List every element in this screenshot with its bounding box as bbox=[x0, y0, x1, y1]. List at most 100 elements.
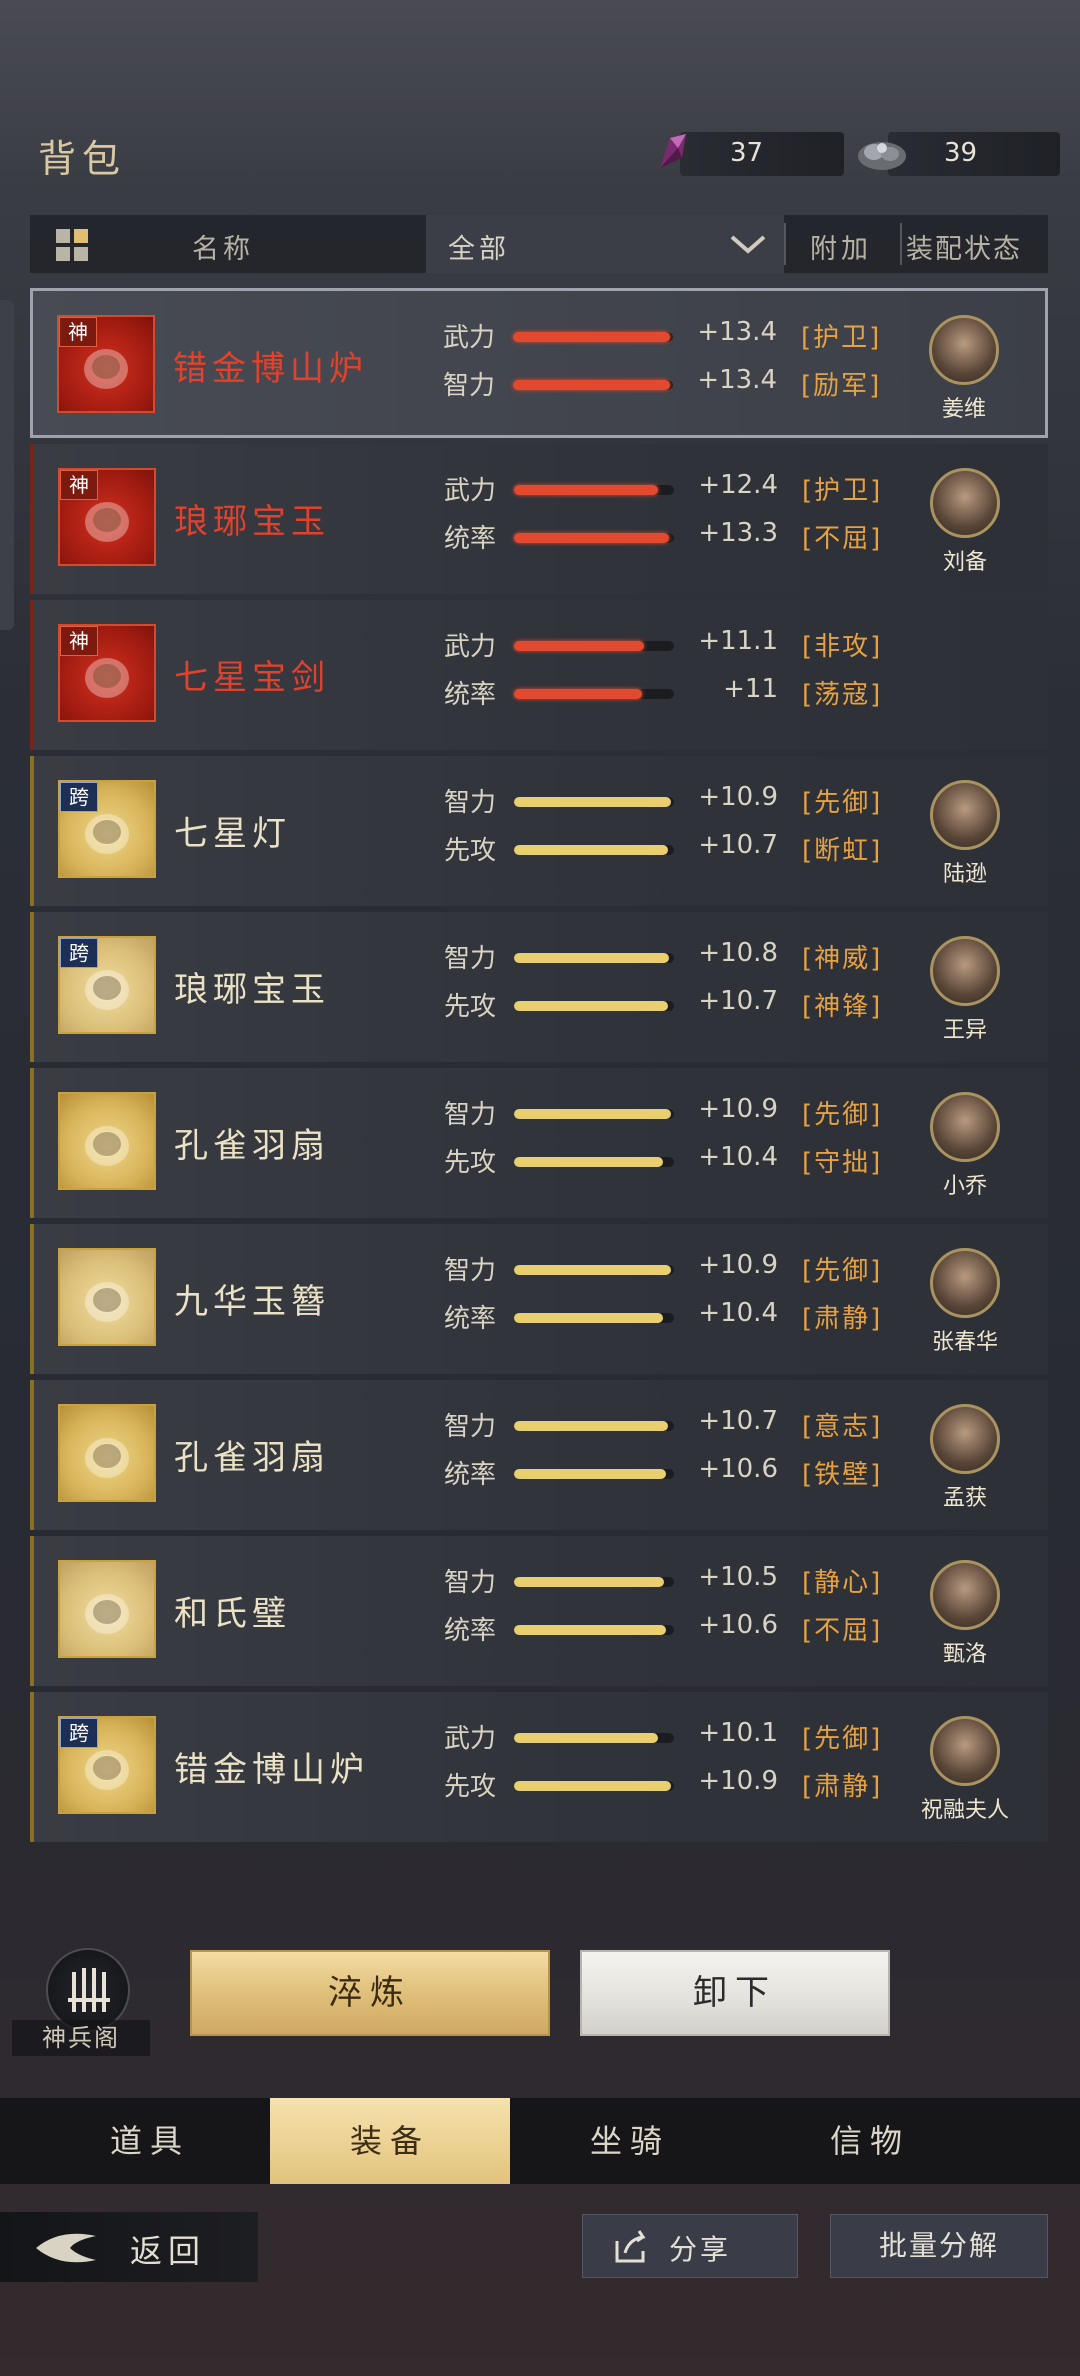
table-header: 名称 全部 附加 装配状态 bbox=[30, 215, 1048, 273]
equipment-row[interactable]: 跨七星灯 智力 +10.9 [先御] 先攻 +10.7 [断虹] 陆逊 bbox=[30, 756, 1048, 906]
item-name: 七星灯 bbox=[174, 814, 291, 854]
stat-bar-fill bbox=[514, 689, 642, 699]
tab-tokens[interactable]: 信物 bbox=[750, 2098, 990, 2184]
stat-bar bbox=[514, 689, 674, 699]
currency-ore: 39 bbox=[858, 132, 1060, 176]
equipment-row[interactable]: 神七星宝剑 武力 +11.1 [非攻] 统率 +11 [荡寇] bbox=[30, 600, 1048, 750]
hero-avatar[interactable] bbox=[930, 780, 1000, 850]
stat-bar bbox=[514, 1733, 674, 1743]
tab-items[interactable]: 道具 bbox=[30, 2098, 270, 2184]
hero-avatar[interactable] bbox=[930, 1560, 1000, 1630]
item-icon bbox=[58, 1404, 156, 1502]
stat-bar-fill bbox=[514, 1577, 665, 1587]
trait-label: [意志] bbox=[802, 1412, 883, 1442]
trait-label: [不屈] bbox=[802, 524, 883, 554]
hero-avatar[interactable] bbox=[930, 1092, 1000, 1162]
hero-name: 王异 bbox=[942, 1018, 987, 1043]
hero-avatar[interactable] bbox=[930, 936, 1000, 1006]
back-label: 返回 bbox=[130, 2232, 207, 2270]
stat-bar bbox=[514, 1577, 674, 1587]
stat-bar-fill bbox=[514, 1265, 671, 1275]
hero-name: 张春华 bbox=[931, 1330, 998, 1355]
tab-equipment[interactable]: 装备 bbox=[270, 2098, 510, 2184]
hero-avatar[interactable] bbox=[930, 468, 1000, 538]
item-name: 九华玉簪 bbox=[174, 1282, 330, 1322]
hero-avatar[interactable] bbox=[930, 1716, 1000, 1786]
column-name-label[interactable]: 名称 bbox=[192, 227, 254, 266]
equipment-row[interactable]: 神错金博山炉 武力 +13.4 [护卫] 智力 +13.4 [励军] 姜维 bbox=[30, 288, 1048, 438]
purple-crystal-icon bbox=[660, 134, 686, 168]
equipment-row[interactable]: 跨错金博山炉 武力 +10.1 [先御] 先攻 +10.9 [肃静] 祝融夫人 bbox=[30, 1692, 1048, 1842]
layout-toggle-icon[interactable] bbox=[56, 229, 92, 261]
unequip-button[interactable]: 卸下 bbox=[580, 1950, 890, 2036]
stat-label: 统率 bbox=[444, 1616, 497, 1646]
stat-bar bbox=[514, 1109, 674, 1119]
back-button[interactable]: 返回 bbox=[0, 2212, 258, 2282]
equipment-row[interactable]: 跨琅琊宝玉 智力 +10.8 [神威] 先攻 +10.7 [神锋] 王异 bbox=[30, 912, 1048, 1062]
item-icon bbox=[58, 1560, 156, 1658]
share-label: 分享 bbox=[669, 2233, 732, 2266]
hero-avatar[interactable] bbox=[930, 1404, 1000, 1474]
header-divider bbox=[900, 223, 902, 265]
stat-value: +10.7 bbox=[698, 986, 778, 1016]
stat-bar bbox=[514, 533, 674, 543]
stat-label: 智力 bbox=[444, 1412, 497, 1442]
stat-bar-fill bbox=[514, 1157, 663, 1167]
category-tabs: 道具 装备 坐骑 信物 bbox=[0, 2098, 1080, 2184]
item-name: 和氏璧 bbox=[174, 1594, 291, 1634]
hero-name: 陆逊 bbox=[942, 862, 987, 887]
stat-label: 智力 bbox=[444, 1256, 497, 1286]
stat-bar bbox=[514, 641, 674, 651]
share-button[interactable]: 分享 bbox=[582, 2214, 798, 2278]
stat-bar bbox=[513, 380, 673, 390]
back-arrow-icon bbox=[36, 2233, 96, 2263]
hero-avatar[interactable] bbox=[929, 315, 999, 385]
side-panel-handle[interactable] bbox=[0, 300, 14, 630]
stat-bar bbox=[514, 1313, 674, 1323]
stat-value: +10.9 bbox=[698, 1250, 778, 1280]
rarity-badge: 跨 bbox=[60, 782, 98, 812]
stat-label: 先攻 bbox=[444, 992, 497, 1022]
stat-label: 先攻 bbox=[444, 836, 497, 866]
equipment-row[interactable]: 和氏璧 智力 +10.5 [静心] 统率 +10.6 [不屈] 甄洛 bbox=[30, 1536, 1048, 1686]
trait-label: [先御] bbox=[802, 1724, 883, 1754]
column-extra-label: 附加 bbox=[810, 234, 872, 265]
shenbing-pavilion-button[interactable]: 神兵阁 bbox=[12, 1940, 150, 2058]
stat-bar-fill bbox=[514, 1625, 666, 1635]
filter-dropdown[interactable]: 全部 bbox=[426, 215, 784, 273]
item-icon: 跨 bbox=[58, 780, 156, 878]
equipment-row[interactable]: 九华玉簪 智力 +10.9 [先御] 统率 +10.4 [肃静] 张春华 bbox=[30, 1224, 1048, 1374]
share-icon bbox=[615, 2230, 646, 2263]
rarity-badge: 神 bbox=[60, 470, 98, 500]
stat-bar-fill bbox=[514, 485, 658, 495]
trait-label: [护卫] bbox=[801, 323, 882, 353]
batch-disassemble-button[interactable]: 批量分解 bbox=[830, 2214, 1048, 2278]
stat-bar-fill bbox=[514, 1421, 668, 1431]
stat-value: +11.1 bbox=[698, 626, 778, 656]
equipment-row[interactable]: 孔雀羽扇 智力 +10.7 [意志] 统率 +10.6 [铁壁] 孟获 bbox=[30, 1380, 1048, 1530]
trait-label: [肃静] bbox=[802, 1772, 883, 1802]
stat-bar bbox=[514, 845, 674, 855]
hero-name: 刘备 bbox=[942, 550, 987, 575]
stat-value: +10.5 bbox=[698, 1562, 778, 1592]
rarity-badge: 神 bbox=[59, 317, 97, 347]
stat-label: 先攻 bbox=[444, 1772, 497, 1802]
stat-value: +10.9 bbox=[698, 782, 778, 812]
trait-label: [护卫] bbox=[802, 476, 883, 506]
stat-bar-fill bbox=[514, 1733, 658, 1743]
hero-avatar[interactable] bbox=[930, 1248, 1000, 1318]
item-name: 错金博山炉 bbox=[173, 349, 368, 389]
refine-button[interactable]: 淬炼 bbox=[190, 1950, 550, 2036]
stat-bar-fill bbox=[513, 380, 670, 390]
stat-bar-fill bbox=[514, 1469, 666, 1479]
tab-mounts[interactable]: 坐骑 bbox=[510, 2098, 750, 2184]
header-divider bbox=[784, 223, 786, 265]
hero-name: 甄洛 bbox=[942, 1642, 987, 1667]
hero-name: 姜维 bbox=[941, 397, 986, 422]
stat-value: +13.4 bbox=[697, 365, 777, 395]
hero-name: 小乔 bbox=[942, 1174, 987, 1199]
trait-label: [非攻] bbox=[802, 632, 883, 662]
equipment-row[interactable]: 孔雀羽扇 智力 +10.9 [先御] 先攻 +10.4 [守拙] 小乔 bbox=[30, 1068, 1048, 1218]
trait-label: [守拙] bbox=[802, 1148, 883, 1178]
equipment-row[interactable]: 神琅琊宝玉 武力 +12.4 [护卫] 统率 +13.3 [不屈] 刘备 bbox=[30, 444, 1048, 594]
